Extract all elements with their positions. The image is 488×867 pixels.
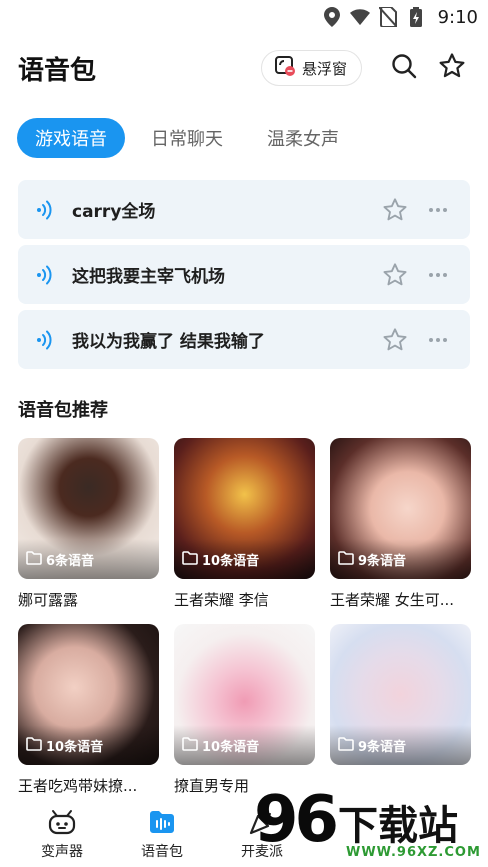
- tab-game-voice[interactable]: 游戏语音: [17, 118, 125, 158]
- location-icon: [322, 7, 342, 27]
- app-header: 语音包 悬浮窗: [18, 48, 472, 88]
- voice-pack-title: 王者荣耀 女生可...: [330, 591, 455, 609]
- voice-pack-title: 娜可露露: [18, 591, 79, 609]
- voice-pack-cover: 9条语音: [330, 624, 471, 765]
- voice-pack-card[interactable]: 6条语音 娜可露露: [18, 438, 159, 611]
- folder-icon: [338, 550, 354, 569]
- voice-count: 10条语音: [46, 740, 104, 755]
- section-title-recommend: 语音包推荐: [18, 400, 108, 421]
- voice-pack-card[interactable]: 9条语音 王者荣耀 女生可...: [330, 438, 471, 611]
- voice-pack-card[interactable]: 10条语音 撩直男专用: [174, 624, 315, 797]
- star-icon: [438, 52, 466, 84]
- voice-count: 6条语音: [46, 554, 95, 569]
- voice-clip-item[interactable]: 我以为我赢了 结果我输了: [18, 310, 470, 369]
- voice-pack-title: 王者吃鸡带妹撩...: [18, 777, 138, 795]
- voice-count: 9条语音: [358, 740, 407, 755]
- voice-pack-icon: [147, 807, 177, 837]
- float-window-icon: [274, 55, 296, 81]
- sound-wave-icon: [34, 261, 62, 289]
- nav-item-voice-pack[interactable]: 语音包: [112, 807, 212, 861]
- voice-pack-cover: 10条语音: [174, 624, 315, 765]
- nav-label: 语音包: [141, 844, 183, 860]
- voice-pack-cover: 9条语音: [330, 438, 471, 579]
- voice-pack-cover: 10条语音: [174, 438, 315, 579]
- voice-pack-cover: 10条语音: [18, 624, 159, 765]
- status-bar: 9:10: [0, 0, 488, 34]
- voice-pack-card[interactable]: 10条语音 王者荣耀 李信: [174, 438, 315, 611]
- voice-pack-cover: 6条语音: [18, 438, 159, 579]
- float-window-button[interactable]: 悬浮窗: [260, 50, 362, 86]
- voice-clip-item[interactable]: 这把我要主宰飞机场: [18, 245, 470, 304]
- voice-count: 9条语音: [358, 554, 407, 569]
- folder-icon: [26, 550, 42, 569]
- voice-clip-list: carry全场 这把我要主宰飞机场 我以为我赢了 结果我输了: [18, 180, 470, 375]
- folder-icon: [26, 736, 42, 755]
- voice-clip-label: 这把我要主宰飞机场: [72, 267, 225, 287]
- favorite-star-icon[interactable]: [378, 258, 412, 292]
- nav-item-voice-changer[interactable]: 变声器: [12, 807, 112, 861]
- robot-face-icon: [47, 807, 77, 837]
- watermark-logo: 96 下载站 WWW.96XZ.COM: [254, 783, 482, 865]
- voice-count: 10条语音: [202, 740, 260, 755]
- tab-daily-chat[interactable]: 日常聊天: [133, 118, 241, 158]
- page-title: 语音包: [18, 55, 97, 86]
- sound-wave-icon: [34, 196, 62, 224]
- voice-count: 10条语音: [202, 554, 260, 569]
- clock: 9:10: [437, 6, 478, 28]
- folder-icon: [182, 550, 198, 569]
- voice-pack-card[interactable]: 9条语音: [330, 624, 471, 797]
- search-icon: [391, 53, 417, 83]
- category-tabs: 游戏语音 日常聊天 温柔女声: [17, 118, 357, 158]
- more-options-icon[interactable]: [420, 193, 456, 227]
- favorites-button[interactable]: [432, 48, 472, 88]
- voice-pack-grid: 6条语音 娜可露露 10条语音 王者荣耀 李信 9条语音 王者荣耀 女生可...…: [18, 438, 472, 797]
- watermark-number: 96: [254, 783, 339, 857]
- voice-clip-item[interactable]: carry全场: [18, 180, 470, 239]
- wifi-icon: [349, 7, 370, 27]
- favorite-star-icon[interactable]: [378, 323, 412, 357]
- favorite-star-icon[interactable]: [378, 193, 412, 227]
- tab-gentle-female[interactable]: 温柔女声: [249, 118, 357, 158]
- voice-clip-label: carry全场: [72, 202, 156, 222]
- battery-charging-icon: [406, 7, 426, 27]
- voice-pack-title: 王者荣耀 李信: [174, 591, 269, 609]
- sound-wave-icon: [34, 326, 62, 354]
- voice-pack-card[interactable]: 10条语音 王者吃鸡带妹撩...: [18, 624, 159, 797]
- folder-icon: [182, 736, 198, 755]
- voice-clip-label: 我以为我赢了 结果我输了: [72, 332, 265, 352]
- nav-label: 变声器: [41, 844, 83, 860]
- watermark-text: 下载站: [338, 803, 458, 849]
- folder-icon: [338, 736, 354, 755]
- watermark-url: WWW.96XZ.COM: [346, 845, 481, 860]
- more-options-icon[interactable]: [420, 323, 456, 357]
- no-sim-icon: [378, 7, 398, 27]
- more-options-icon[interactable]: [420, 258, 456, 292]
- float-window-label: 悬浮窗: [301, 59, 347, 78]
- search-button[interactable]: [384, 48, 424, 88]
